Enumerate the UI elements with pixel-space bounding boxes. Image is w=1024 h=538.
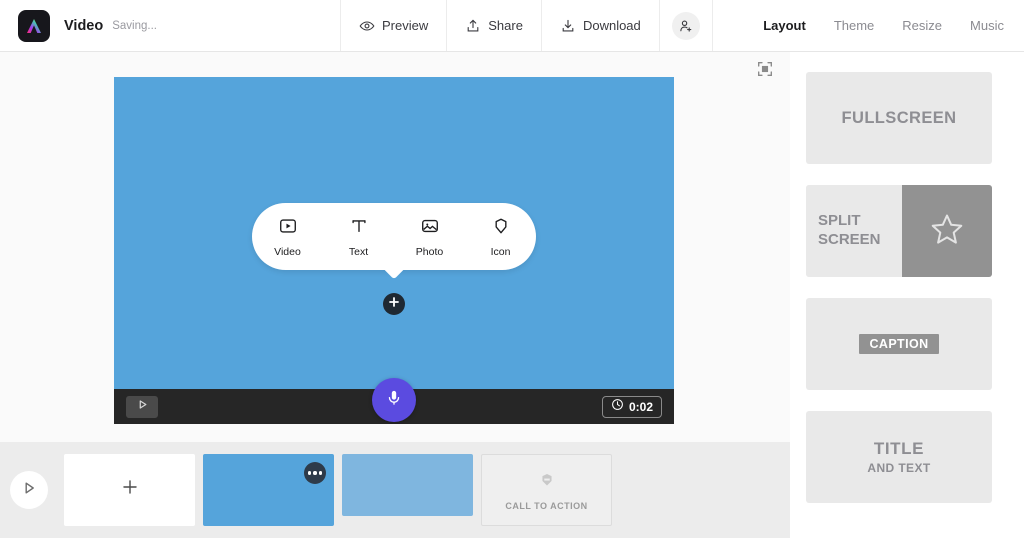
add-photo-label: Photo <box>415 245 444 258</box>
layout-option-fullscreen[interactable]: FULLSCREEN <box>806 72 992 164</box>
badge-hexagon-icon <box>537 470 557 495</box>
brand-area: Video Saving... <box>0 9 157 42</box>
dot <box>313 471 317 475</box>
layout-option-title-and-text[interactable]: TITLE AND TEXT <box>806 411 992 503</box>
title-text-stack: TITLE AND TEXT <box>867 439 930 475</box>
share-button[interactable]: Share <box>446 0 541 51</box>
layout-split-label-line1: SPLIT <box>818 212 861 230</box>
share-label: Share <box>488 18 523 33</box>
invite-collaborator-button[interactable] <box>658 0 713 51</box>
record-voiceover-button[interactable] <box>372 378 416 422</box>
save-status: Saving... <box>112 19 157 32</box>
clock-icon <box>611 398 624 416</box>
split-screen-text-side: SPLIT SCREEN <box>806 185 902 277</box>
video-control-bar: 0:02 <box>114 378 674 424</box>
add-person-icon <box>671 11 700 40</box>
preview-label: Preview <box>382 18 429 33</box>
tab-layout[interactable]: Layout <box>749 0 820 51</box>
layout-caption-label: CAPTION <box>859 334 939 354</box>
layout-fullscreen-label: FULLSCREEN <box>841 108 957 127</box>
tab-resize[interactable]: Resize <box>888 0 956 51</box>
dot <box>318 471 323 475</box>
play-button[interactable] <box>126 395 158 418</box>
play-icon <box>136 398 149 416</box>
timeline-play-button[interactable] <box>10 471 48 509</box>
layout-panel: FULLSCREEN SPLIT SCREEN CAPTION TITLE AN… <box>790 52 1024 538</box>
layout-title-label-line2: AND TEXT <box>867 461 931 475</box>
download-icon <box>560 18 576 34</box>
app-root: Video Saving... Preview Share Download L… <box>0 0 1024 538</box>
text-t-icon <box>349 216 369 241</box>
tab-theme[interactable]: Theme <box>820 0 888 51</box>
timeline-add-scene[interactable] <box>64 454 195 526</box>
add-text-label: Text <box>348 245 369 258</box>
share-upload-icon <box>465 18 481 34</box>
add-icon-option[interactable]: Icon <box>469 216 533 258</box>
play-icon <box>20 479 38 502</box>
video-canvas[interactable]: Video Text Photo Icon 0:02 <box>114 77 674 424</box>
layout-split-label-line2: SCREEN <box>818 231 881 248</box>
timeline-scene-list: CALL TO ACTION <box>64 454 612 526</box>
add-text-option[interactable]: Text <box>327 216 391 258</box>
photo-image-icon <box>420 216 440 241</box>
add-element-button[interactable] <box>383 293 405 315</box>
adobe-express-logo-icon[interactable] <box>18 9 50 42</box>
download-label: Download <box>582 18 641 33</box>
duration-indicator: 0:02 <box>601 395 662 418</box>
preview-button[interactable]: Preview <box>340 0 446 51</box>
document-title[interactable]: Video <box>64 18 103 34</box>
editor-stage: Video Text Photo Icon 0:02 <box>0 52 790 442</box>
plus-icon <box>388 295 400 313</box>
eye-icon <box>359 18 375 34</box>
video-play-box-icon <box>278 216 298 241</box>
split-screen-media-side <box>902 185 992 277</box>
more-options-icon[interactable] <box>304 462 326 484</box>
scene-timeline: CALL TO ACTION <box>0 442 790 538</box>
top-toolbar: Video Saving... Preview Share Download L… <box>0 0 1024 52</box>
timeline-scene-1[interactable] <box>203 454 334 526</box>
call-to-action-label: CALL TO ACTION <box>505 500 588 511</box>
duration-value: 0:02 <box>628 399 653 414</box>
dot <box>307 471 312 475</box>
layout-option-caption[interactable]: CAPTION <box>806 298 992 390</box>
layout-option-split-screen[interactable]: SPLIT SCREEN <box>806 185 992 277</box>
add-photo-option[interactable]: Photo <box>398 216 462 258</box>
hexagon-icon <box>491 216 511 241</box>
microphone-icon <box>384 388 404 413</box>
fullscreen-expand-icon[interactable] <box>754 58 776 80</box>
add-video-option[interactable]: Video <box>256 216 320 258</box>
timeline-call-to-action[interactable]: CALL TO ACTION <box>481 454 612 526</box>
add-element-popup: Video Text Photo Icon <box>252 203 536 270</box>
star-icon <box>927 209 967 254</box>
layout-title-label-line1: TITLE <box>873 439 925 458</box>
plus-icon <box>120 476 140 504</box>
right-tab-group: Layout Theme Resize Music <box>749 0 1024 51</box>
tab-music[interactable]: Music <box>956 0 1018 51</box>
download-button[interactable]: Download <box>540 0 659 51</box>
toolbar-actions: Preview Share Download <box>340 0 713 51</box>
add-video-label: Video <box>274 245 301 258</box>
add-icon-label: Icon <box>490 245 511 258</box>
timeline-scene-2[interactable] <box>342 454 473 516</box>
